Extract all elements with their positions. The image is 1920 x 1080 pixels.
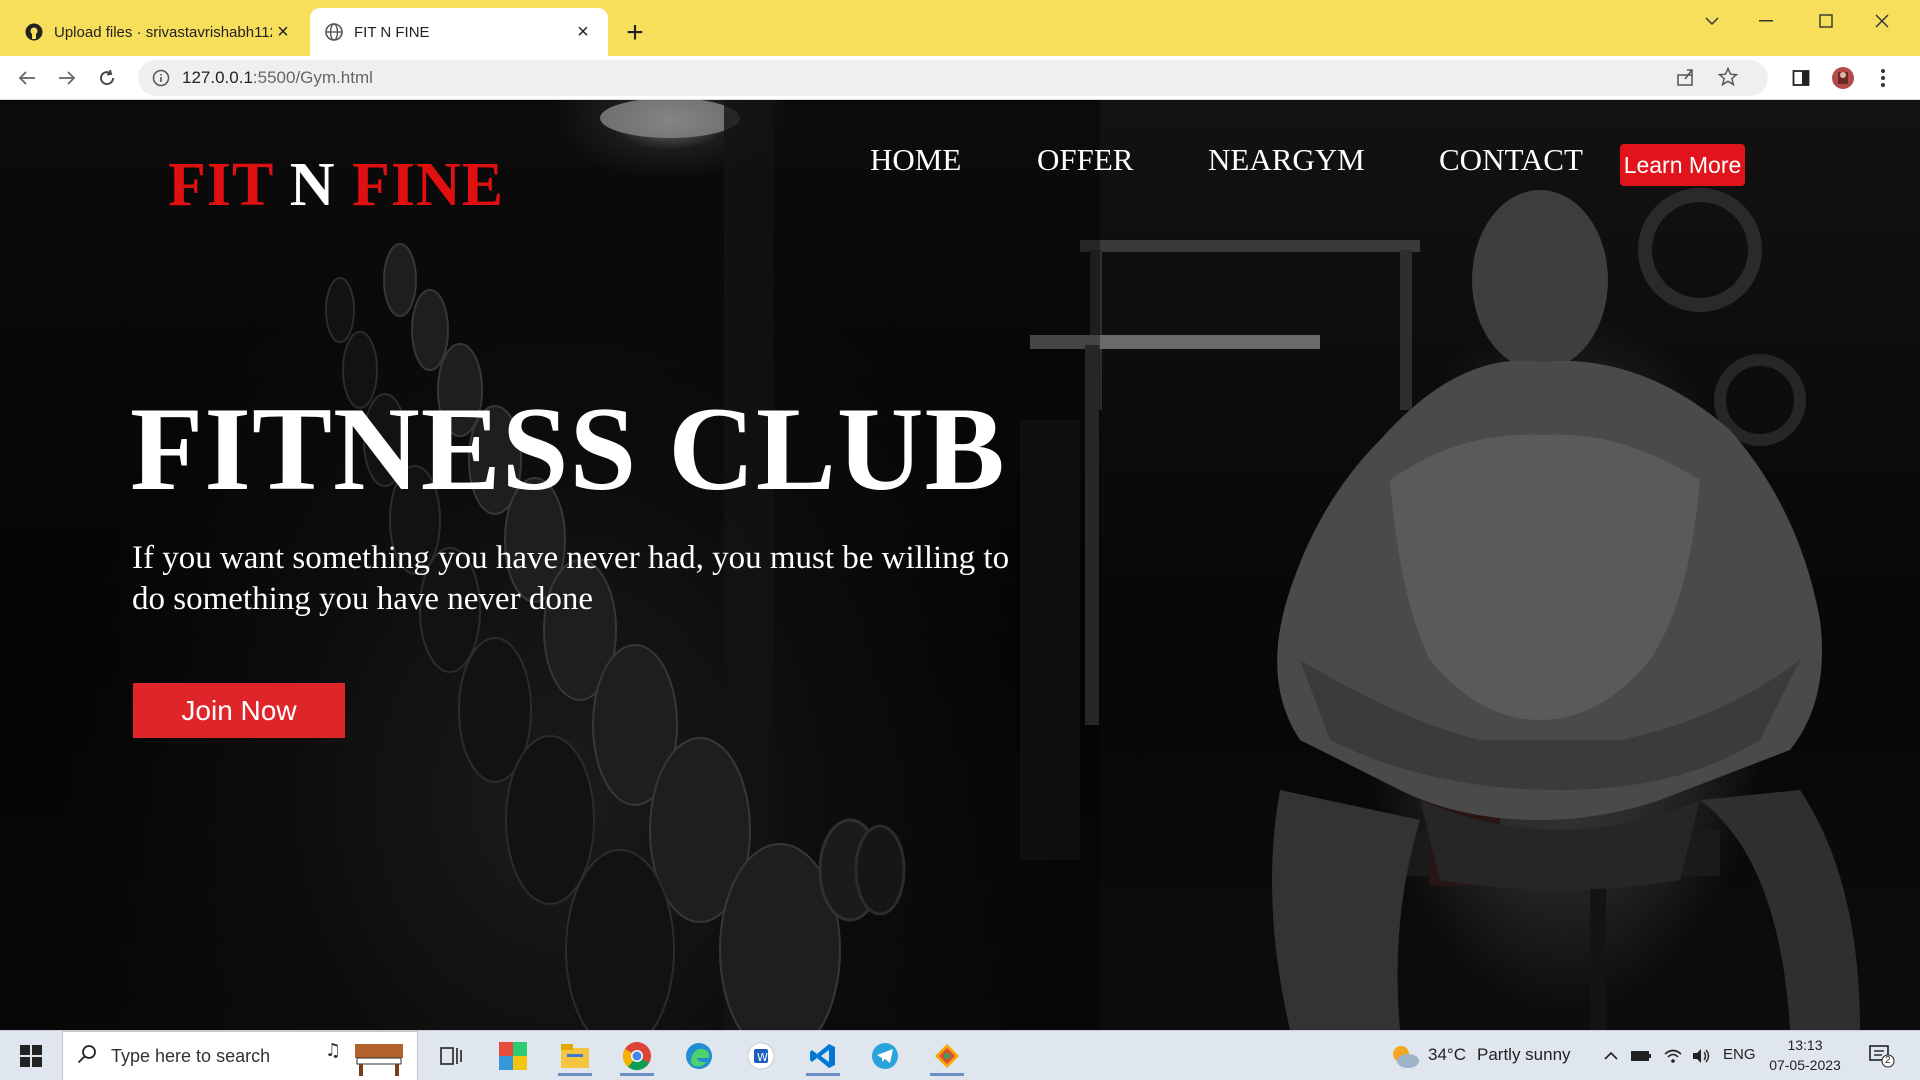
logo-part-fine: FINE bbox=[352, 151, 505, 219]
tab-title: Upload files · srivastavrishabh112 bbox=[54, 23, 272, 41]
url-host: 127.0.0.1 bbox=[182, 68, 253, 87]
piano-icon: ♫ bbox=[325, 1038, 409, 1080]
learn-more-button[interactable]: Learn More bbox=[1620, 144, 1745, 186]
github-icon bbox=[24, 22, 44, 42]
nav-home[interactable]: HOME bbox=[870, 142, 961, 178]
weather-desc[interactable]: Partly sunny bbox=[1477, 1045, 1571, 1065]
nav-contact[interactable]: CONTACT bbox=[1439, 142, 1583, 178]
telegram-icon[interactable] bbox=[862, 1036, 908, 1076]
task-view-icon[interactable] bbox=[430, 1036, 472, 1076]
taskbar-clock[interactable]: 13:13 07-05-2023 bbox=[1760, 1035, 1850, 1075]
tab-title: FIT N FINE bbox=[354, 23, 430, 41]
chevron-up-icon[interactable] bbox=[1600, 1036, 1622, 1076]
windows-start-icon[interactable] bbox=[10, 1036, 52, 1076]
vscode-icon[interactable] bbox=[800, 1036, 846, 1076]
hero-title: FITNESS CLUB bbox=[130, 382, 1006, 515]
hero-quote: If you want something you have never had… bbox=[132, 540, 1010, 617]
info-icon[interactable] bbox=[150, 67, 172, 89]
browser-toolbar: 127.0.0.1:5500/Gym.html bbox=[0, 56, 1920, 100]
colorful-app-icon[interactable] bbox=[924, 1036, 970, 1076]
search-placeholder: Type here to search bbox=[111, 1045, 271, 1066]
edge-icon[interactable] bbox=[676, 1036, 722, 1076]
logo-part-n: N bbox=[289, 151, 336, 219]
windows-taskbar: Type here to search ♫ W 34°C Partly sunn… bbox=[0, 1030, 1920, 1080]
app-launcher-icon[interactable] bbox=[490, 1036, 536, 1076]
star-icon[interactable] bbox=[1717, 66, 1739, 92]
clock-time: 13:13 bbox=[1787, 1037, 1823, 1053]
back-arrow-icon[interactable] bbox=[12, 63, 42, 93]
notification-icon[interactable]: 2 bbox=[1862, 1036, 1902, 1076]
share-icon[interactable] bbox=[1676, 67, 1696, 92]
new-tab-button[interactable]: + bbox=[620, 16, 650, 49]
minimize-icon[interactable] bbox=[1746, 6, 1786, 36]
svg-text:♫: ♫ bbox=[325, 1040, 341, 1061]
tab-fit-n-fine[interactable]: FIT N FINE × bbox=[310, 8, 608, 56]
side-panel-icon[interactable] bbox=[1786, 63, 1816, 93]
nav-offer[interactable]: OFFER bbox=[1037, 142, 1133, 178]
chrome-icon[interactable] bbox=[614, 1036, 660, 1076]
svg-text:W: W bbox=[757, 1051, 768, 1064]
site-logo[interactable]: FIT N FINE bbox=[168, 150, 504, 221]
maximize-icon[interactable] bbox=[1806, 6, 1846, 36]
address-bar[interactable]: 127.0.0.1:5500/Gym.html bbox=[138, 60, 1768, 96]
browser-tab-bar: Upload files · srivastavrishabh112 × FIT… bbox=[0, 0, 1920, 56]
clock-date: 07-05-2023 bbox=[1769, 1057, 1841, 1073]
logo-part-fit: FIT bbox=[168, 151, 274, 219]
avatar[interactable] bbox=[1828, 63, 1858, 93]
active-indicator bbox=[558, 1073, 592, 1076]
menu-dots-icon[interactable] bbox=[1868, 63, 1898, 93]
file-explorer-icon[interactable] bbox=[552, 1036, 598, 1076]
language-indicator[interactable]: ENG bbox=[1723, 1046, 1756, 1063]
volume-icon[interactable] bbox=[1688, 1036, 1714, 1076]
taskbar-search[interactable]: Type here to search ♫ bbox=[62, 1031, 418, 1080]
nav-neargym[interactable]: NEARGYM bbox=[1208, 142, 1365, 178]
forward-arrow-icon[interactable] bbox=[52, 63, 82, 93]
active-indicator bbox=[620, 1073, 654, 1076]
page-viewport: FIT N FINE HOME OFFER NEARGYM CONTACT Le… bbox=[0, 100, 1920, 1030]
active-indicator bbox=[930, 1073, 964, 1076]
active-indicator bbox=[806, 1073, 840, 1076]
close-icon[interactable]: × bbox=[572, 21, 594, 43]
close-icon[interactable]: × bbox=[272, 21, 294, 43]
window-close-icon[interactable] bbox=[1862, 6, 1902, 36]
search-icon bbox=[77, 1044, 97, 1069]
tab-upload-files[interactable]: Upload files · srivastavrishabh112 × bbox=[10, 8, 308, 56]
weather-temp[interactable]: 34°C bbox=[1428, 1045, 1466, 1065]
weather-icon[interactable] bbox=[1388, 1036, 1422, 1076]
globe-icon bbox=[324, 22, 344, 42]
word-app-icon[interactable]: W bbox=[738, 1036, 784, 1076]
notification-count: 2 bbox=[1885, 1055, 1891, 1066]
battery-icon[interactable] bbox=[1628, 1036, 1654, 1076]
join-now-button[interactable]: Join Now bbox=[133, 683, 345, 738]
wifi-icon[interactable] bbox=[1660, 1036, 1686, 1076]
chevron-down-icon[interactable] bbox=[1692, 6, 1732, 36]
url-path: :5500/Gym.html bbox=[252, 68, 373, 87]
reload-icon[interactable] bbox=[92, 63, 122, 93]
